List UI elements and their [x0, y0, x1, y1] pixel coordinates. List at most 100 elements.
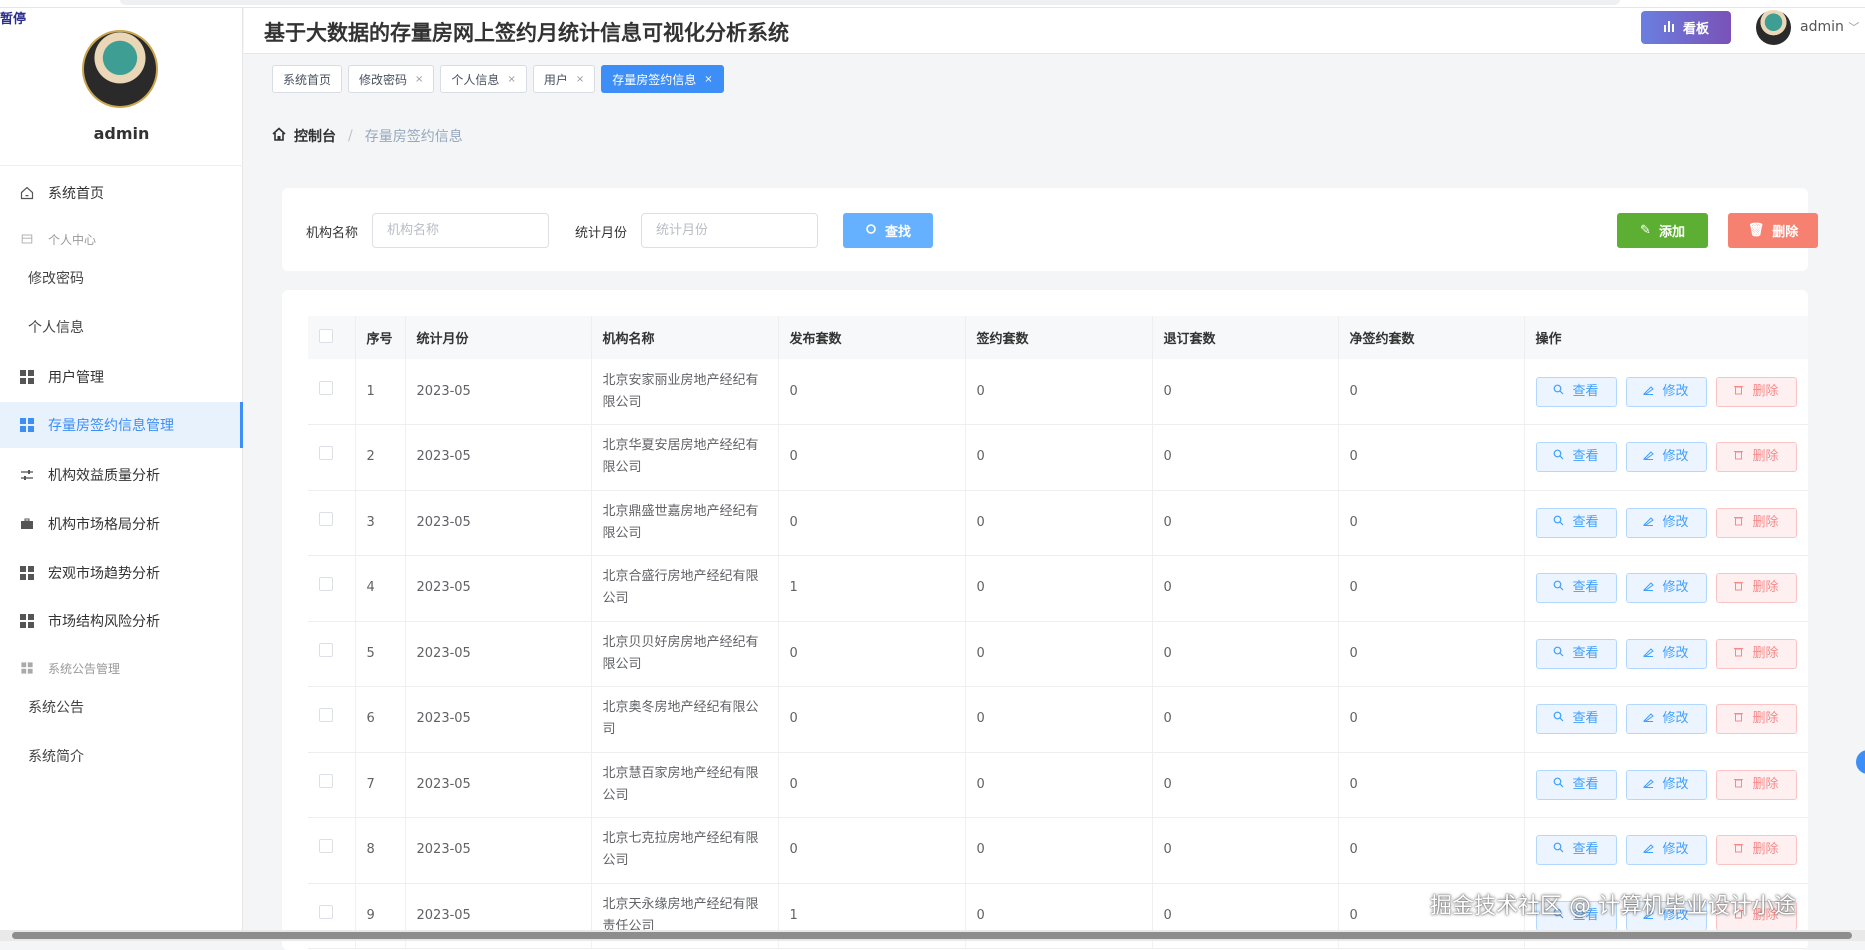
edit-row-button[interactable]: 修改 — [1626, 442, 1707, 472]
column-header[interactable]: 净签约套数 — [1338, 316, 1524, 359]
cell-index: 2 — [355, 425, 405, 491]
cell-signed: 0 — [965, 556, 1152, 622]
user-avatar[interactable] — [1756, 10, 1791, 45]
column-header[interactable]: 机构名称 — [591, 316, 778, 359]
cell-signed: 0 — [965, 425, 1152, 491]
tab-label: 系统首页 — [283, 71, 331, 88]
floating-button[interactable] — [1856, 750, 1865, 774]
user-menu[interactable]: admin ﹀ — [1800, 19, 1859, 35]
row-checkbox[interactable] — [319, 774, 333, 788]
view-row-button[interactable]: 查看 — [1536, 508, 1617, 538]
view-row-button[interactable]: 查看 — [1536, 770, 1617, 800]
tab-item[interactable]: 系统首页 — [272, 65, 342, 93]
cell-signed: 0 — [965, 621, 1152, 687]
tab-item[interactable]: 存量房签约信息× — [601, 65, 723, 93]
tab-item[interactable]: 个人信息× — [440, 65, 526, 93]
header-username: admin — [1800, 19, 1844, 35]
view-row-button[interactable]: 查看 — [1536, 835, 1617, 865]
sidebar-item[interactable]: 市场结构风险分析 — [0, 598, 243, 644]
sidebar-item-label: 系统公告管理 — [48, 660, 120, 677]
row-checkbox[interactable] — [319, 446, 333, 460]
dashboard-button[interactable]: 看板 — [1641, 11, 1731, 44]
cell-month: 2023-05 — [405, 687, 591, 753]
edit-row-button[interactable]: 修改 — [1626, 508, 1707, 538]
view-row-button[interactable]: 查看 — [1536, 377, 1617, 407]
sidebar-item[interactable]: 个人信息 — [0, 304, 243, 350]
sidebar-item[interactable]: 存量房签约信息管理 — [0, 402, 243, 448]
month-label: 统计月份 — [575, 222, 627, 241]
delete-row-button[interactable]: 删除 — [1716, 704, 1797, 734]
edit-row-button[interactable]: 修改 — [1626, 704, 1707, 734]
table-panel: 序号统计月份机构名称发布套数签约套数退订套数净签约套数操作 12023-05北京… — [282, 290, 1808, 950]
close-icon[interactable]: × — [576, 74, 584, 85]
sidebar-item[interactable]: 宏观市场趋势分析 — [0, 550, 243, 596]
edit-row-button[interactable]: 修改 — [1626, 770, 1707, 800]
view-row-button[interactable]: 查看 — [1536, 639, 1617, 669]
column-header[interactable]: 统计月份 — [405, 316, 591, 359]
close-icon[interactable]: × — [415, 74, 423, 85]
delete-row-button[interactable]: 删除 — [1716, 573, 1797, 603]
add-button[interactable]: ✎ 添加 — [1617, 213, 1708, 248]
horizontal-scrollbar[interactable] — [0, 930, 1865, 941]
org-name-input[interactable] — [372, 213, 549, 248]
delete-row-button[interactable]: 删除 — [1716, 377, 1797, 407]
search-panel: 机构名称 统计月份 查找 ✎ 添加 🗑 删除 — [282, 188, 1808, 271]
row-checkbox[interactable] — [319, 839, 333, 853]
row-checkbox[interactable] — [319, 381, 333, 395]
delete-row-button[interactable]: 删除 — [1716, 835, 1797, 865]
row-checkbox[interactable] — [319, 643, 333, 657]
cell-published: 0 — [778, 425, 965, 491]
column-header[interactable]: 序号 — [355, 316, 405, 359]
org-name-label: 机构名称 — [306, 222, 358, 241]
column-header[interactable]: 发布套数 — [778, 316, 965, 359]
column-header[interactable]: 退订套数 — [1152, 316, 1338, 359]
row-checkbox[interactable] — [319, 708, 333, 722]
cell-cancelled: 0 — [1152, 818, 1338, 884]
row-checkbox[interactable] — [319, 905, 333, 919]
scrollbar-thumb[interactable] — [12, 932, 1852, 939]
delete-row-button[interactable]: 删除 — [1716, 639, 1797, 669]
sidebar-item[interactable]: 用户管理 — [0, 354, 243, 400]
view-row-button[interactable]: 查看 — [1536, 704, 1617, 734]
edit-row-button[interactable]: 修改 — [1626, 573, 1707, 603]
search-button[interactable]: 查找 — [843, 213, 933, 248]
delete-row-button[interactable]: 删除 — [1716, 508, 1797, 538]
close-icon[interactable]: × — [704, 74, 712, 85]
row-actions: 查看修改删除 — [1536, 704, 1809, 734]
bar-chart-icon — [1663, 20, 1675, 36]
dashboard-button-label: 看板 — [1683, 18, 1709, 37]
delete-row-button[interactable]: 删除 — [1716, 442, 1797, 472]
checkbox-cell — [308, 556, 355, 622]
row-checkbox[interactable] — [319, 577, 333, 591]
sidebar-item[interactable]: 机构市场格局分析 — [0, 501, 243, 547]
sidebar-item[interactable]: 机构效益质量分析 — [0, 452, 243, 498]
cell-net: 0 — [1338, 687, 1524, 753]
home-icon — [20, 186, 34, 200]
trash-icon: 🗑 — [1748, 223, 1765, 238]
bulk-delete-button[interactable]: 🗑 删除 — [1728, 213, 1818, 248]
column-header[interactable]: 签约套数 — [965, 316, 1152, 359]
delete-button-label: 删除 — [1752, 381, 1778, 403]
sidebar-item[interactable]: 系统简介 — [0, 733, 243, 779]
tab-label: 用户 — [544, 71, 568, 88]
breadcrumb-home[interactable]: 控制台 — [294, 126, 336, 146]
home-icon — [272, 127, 286, 145]
delete-row-button[interactable]: 删除 — [1716, 770, 1797, 800]
edit-row-button[interactable]: 修改 — [1626, 377, 1707, 407]
sidebar-item[interactable]: 系统公告 — [0, 684, 243, 730]
view-row-button[interactable]: 查看 — [1536, 573, 1617, 603]
close-icon[interactable]: × — [507, 74, 515, 85]
edit-row-button[interactable]: 修改 — [1626, 835, 1707, 865]
sidebar-item[interactable]: 系统首页 — [0, 170, 243, 216]
sidebar-item[interactable]: 修改密码 — [0, 255, 243, 301]
breadcrumb-separator: / — [348, 128, 353, 144]
edit-row-button[interactable]: 修改 — [1626, 639, 1707, 669]
sidebar: admin 系统首页个人中心修改密码个人信息用户管理存量房签约信息管理机构效益质… — [0, 8, 243, 941]
month-input[interactable] — [641, 213, 818, 248]
tab-item[interactable]: 修改密码× — [348, 65, 434, 93]
view-row-button[interactable]: 查看 — [1536, 442, 1617, 472]
column-header[interactable]: 操作 — [1524, 316, 1808, 359]
tab-item[interactable]: 用户 × — [533, 65, 595, 93]
select-all-checkbox[interactable] — [319, 329, 333, 343]
row-checkbox[interactable] — [319, 512, 333, 526]
